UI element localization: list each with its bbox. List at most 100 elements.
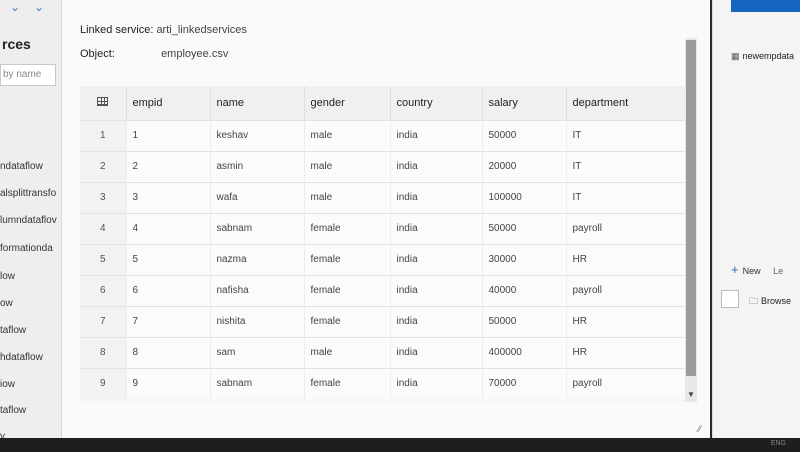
cell-country: india xyxy=(390,274,483,306)
column-header-empid[interactable]: empid xyxy=(126,86,211,120)
linked-service-label: Linked service: xyxy=(80,24,154,36)
folder-icon: 🗀 xyxy=(749,296,759,306)
row-number-header xyxy=(80,86,127,120)
cell-name: sabnam xyxy=(210,212,305,244)
sidebar-item-dataflow-7[interactable]: taflow xyxy=(0,325,26,336)
resize-grip-icon[interactable]: ⁄⁄ xyxy=(698,424,701,434)
linked-service-value: arti_linkedservices xyxy=(156,24,247,36)
cell-country: india xyxy=(390,212,483,244)
cell-gender: male xyxy=(304,150,391,182)
table-row: 5 5 nazma female india 30000 HR xyxy=(80,243,693,275)
scroll-down-arrow[interactable]: ▼ xyxy=(687,390,695,399)
sidebar-item-dataflow-8[interactable]: hdataflow xyxy=(0,352,43,363)
sidebar-top-icons: ⌄ ⌄ xyxy=(0,0,61,18)
row-number: 2 xyxy=(80,150,127,182)
cell-empid: 5 xyxy=(126,243,211,275)
object-value: employee.csv xyxy=(161,48,229,60)
cell-empid: 6 xyxy=(126,274,211,306)
cell-name: nazma xyxy=(210,243,305,275)
cell-gender: female xyxy=(304,212,391,244)
row-number: 9 xyxy=(80,367,127,399)
cell-salary: 50000 xyxy=(482,212,567,244)
cell-department: payroll xyxy=(566,274,693,306)
dataset-item-label: newempdata xyxy=(742,51,795,61)
sidebar-item-dataflow-11[interactable]: y xyxy=(0,431,5,438)
sidebar-item-dataflow-3[interactable]: lumndataflov xyxy=(0,215,57,226)
scrollbar-thumb[interactable] xyxy=(686,40,696,376)
sidebar-item-dataflow-9[interactable]: iow xyxy=(0,379,15,390)
column-header-gender[interactable]: gender xyxy=(304,86,391,120)
new-extra-label: Le xyxy=(773,266,784,276)
cell-department: payroll xyxy=(566,212,693,244)
collapse-icon[interactable]: ⌄ xyxy=(34,0,44,14)
dataset-icon: ▦ xyxy=(731,51,740,61)
row-number: 1 xyxy=(80,119,127,151)
cell-gender: female xyxy=(304,305,391,337)
column-header-department[interactable]: department xyxy=(566,86,693,120)
cell-name: asmin xyxy=(210,150,305,182)
cell-gender: male xyxy=(304,181,391,213)
cell-empid: 4 xyxy=(126,212,211,244)
preview-table-container: empid name gender country salary departm… xyxy=(80,86,693,402)
linked-service-row: Linked service: arti_linkedservices xyxy=(80,24,247,36)
taskbar: ENG xyxy=(0,438,800,452)
row-number: 6 xyxy=(80,274,127,306)
table-row: 3 3 wafa male india 100000 IT xyxy=(80,181,693,213)
cell-gender: female xyxy=(304,367,391,399)
cell-name: nishita xyxy=(210,305,305,337)
cell-department: IT xyxy=(566,119,693,151)
cell-empid: 1 xyxy=(126,119,211,151)
cell-gender: female xyxy=(304,243,391,275)
column-header-name[interactable]: name xyxy=(210,86,305,120)
column-header-country[interactable]: country xyxy=(390,86,483,120)
table-header-row: empid name gender country salary departm… xyxy=(80,86,693,120)
cell-department: payroll xyxy=(566,367,693,399)
cell-department: HR xyxy=(566,305,693,337)
cell-salary: 100000 xyxy=(482,181,567,213)
cell-salary: 70000 xyxy=(482,367,567,399)
row-number: 3 xyxy=(80,181,127,213)
select-checkbox[interactable] xyxy=(721,290,739,308)
plus-icon: + xyxy=(731,262,739,277)
cell-department: HR xyxy=(566,336,693,368)
new-button-label: New xyxy=(742,266,761,276)
cell-department: IT xyxy=(566,181,693,213)
factory-resources-sidebar: ⌄ ⌄ rces by name ndataflow alsplittransf… xyxy=(0,0,62,438)
cell-empid: 8 xyxy=(126,336,211,368)
cell-empid: 2 xyxy=(126,150,211,182)
cell-name: wafa xyxy=(210,181,305,213)
vertical-scrollbar[interactable]: ▼ xyxy=(685,38,697,402)
grid-icon xyxy=(97,96,108,106)
sidebar-item-dataflow-2[interactable]: alsplittransfo xyxy=(0,188,56,199)
sidebar-item-dataflow-6[interactable]: ow xyxy=(0,298,13,309)
cell-salary: 20000 xyxy=(482,150,567,182)
sidebar-item-dataflow-4[interactable]: formationda xyxy=(0,243,53,254)
cell-name: keshav xyxy=(210,119,305,151)
sidebar-item-dataflow-10[interactable]: taflow xyxy=(0,405,26,416)
cell-country: india xyxy=(390,119,483,151)
top-accent-bar xyxy=(731,0,800,12)
table-row: 7 7 nishita female india 50000 HR xyxy=(80,305,693,337)
dataset-item[interactable]: ▦ newempdata xyxy=(731,51,794,62)
cell-gender: male xyxy=(304,336,391,368)
row-number: 7 xyxy=(80,305,127,337)
chevron-down-icon[interactable]: ⌄ xyxy=(10,0,20,14)
cell-country: india xyxy=(390,336,483,368)
table-row: 2 2 asmin male india 20000 IT xyxy=(80,150,693,182)
table-row: 4 4 sabnam female india 50000 payroll xyxy=(80,212,693,244)
filter-by-name-input[interactable]: by name xyxy=(0,64,56,86)
browse-button[interactable]: 🗀 Browse xyxy=(749,294,791,310)
right-panel: ▦ newempdata + New Le 🗀 Browse xyxy=(712,0,800,438)
column-header-salary[interactable]: salary xyxy=(482,86,567,120)
new-button[interactable]: + New Le xyxy=(731,262,783,277)
object-label: Object: xyxy=(80,48,115,60)
browse-button-label: Browse xyxy=(761,296,792,306)
row-number: 4 xyxy=(80,212,127,244)
cell-name: sabnam xyxy=(210,367,305,399)
cell-name: sam xyxy=(210,336,305,368)
sidebar-item-dataflow-1[interactable]: ndataflow xyxy=(0,161,43,172)
cell-name: nafisha xyxy=(210,274,305,306)
cell-empid: 3 xyxy=(126,181,211,213)
sidebar-item-dataflow-5[interactable]: low xyxy=(0,271,15,282)
sidebar-title: rces xyxy=(2,36,31,52)
